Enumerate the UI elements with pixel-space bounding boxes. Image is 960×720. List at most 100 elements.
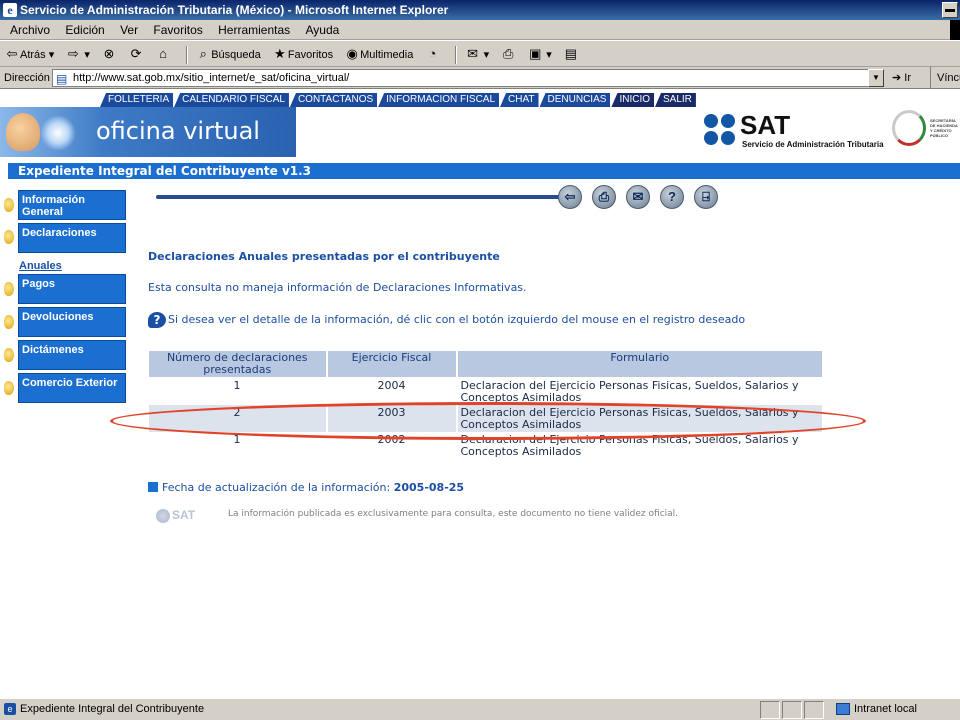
page-title: Declaraciones Anuales presentadas por el… bbox=[148, 250, 500, 263]
hand-graphic bbox=[6, 113, 40, 151]
bullet-icon bbox=[4, 381, 14, 395]
menu-herramientas[interactable]: Herramientas bbox=[212, 20, 296, 40]
address-input[interactable]: ▤ http://www.sat.gob.mx/sitio_internet/e… bbox=[52, 69, 870, 87]
intranet-zone-icon bbox=[836, 703, 850, 715]
menu-edicion[interactable]: Edición bbox=[59, 20, 110, 40]
bullet-icon bbox=[4, 198, 14, 212]
menu-ver[interactable]: Ver bbox=[114, 20, 144, 40]
multimedia-button[interactable]: ◉ Multimedia bbox=[344, 41, 413, 68]
nav-folleteria[interactable]: FOLLETERIA bbox=[100, 93, 174, 107]
glow-graphic bbox=[40, 115, 76, 151]
disclaimer-text: La información publicada es exclusivamen… bbox=[228, 509, 679, 519]
nav-denuncias[interactable]: DENUNCIAS bbox=[539, 93, 611, 107]
refresh-button[interactable]: ⟳ bbox=[128, 41, 144, 68]
status-text: Expediente Integral del Contribuyente bbox=[20, 703, 205, 715]
print-button[interactable]: ⎙ bbox=[500, 41, 516, 68]
forward-button[interactable]: ⇨ ▾ bbox=[65, 41, 90, 68]
sidebar-subitem-anuales[interactable]: Anuales bbox=[19, 260, 62, 272]
hacienda-logo: SECRETARÍA DE HACIENDA Y CRÉDITO PÚBLICO bbox=[888, 106, 960, 154]
sat-logo-word: SAT bbox=[740, 110, 791, 140]
column-header-year: Ejercicio Fiscal bbox=[326, 350, 458, 378]
back-button[interactable]: ⇦ Atrás ▾ bbox=[4, 41, 55, 68]
column-header-count: Número de declaraciones presentadas bbox=[148, 350, 328, 378]
nav-salir[interactable]: SALIR bbox=[655, 93, 696, 107]
bullet-icon bbox=[4, 282, 14, 296]
update-date-label: Fecha de actualización de la información… bbox=[162, 481, 391, 494]
sidebar-item-pagos[interactable]: Pagos bbox=[18, 274, 126, 304]
history-button[interactable]: ◔ bbox=[424, 41, 440, 68]
address-dropdown-button[interactable]: ▼ bbox=[868, 69, 884, 87]
favorites-button[interactable]: ★ Favoritos bbox=[272, 41, 333, 68]
table-header-row: Número de declaraciones presentadas Ejer… bbox=[148, 350, 824, 378]
links-button[interactable]: Vínculos bbox=[930, 67, 960, 89]
page-icon: ▤ bbox=[56, 72, 68, 86]
help-icon[interactable]: ? bbox=[660, 185, 684, 209]
sat-logo: SAT Servicio de Administración Tributari… bbox=[704, 110, 884, 154]
nav-informacion-fiscal[interactable]: INFORMACION FISCAL bbox=[378, 93, 500, 107]
cell-form: Declaracion del Ejercicio Personas Fisic… bbox=[456, 377, 824, 405]
security-zone: Intranet local bbox=[834, 699, 917, 719]
column-header-form: Formulario bbox=[456, 350, 824, 378]
mail-icon: ✉ bbox=[467, 46, 478, 61]
sidebar-item-devoluciones[interactable]: Devoluciones bbox=[18, 307, 126, 337]
blue-square-bullet-icon bbox=[148, 482, 158, 492]
internet-explorer-icon: e bbox=[3, 3, 17, 17]
edit-button[interactable]: ▣ ▾ bbox=[527, 41, 552, 68]
section-title-bar: Expediente Integral del Contribuyente v1… bbox=[8, 163, 960, 179]
back-icon[interactable]: ⇦ bbox=[558, 185, 582, 209]
go-button[interactable]: ➔ Ir bbox=[892, 67, 911, 89]
update-date-line: Fecha de actualización de la información… bbox=[148, 481, 464, 494]
page-status-icon: e bbox=[4, 703, 16, 715]
nav-calendario-fiscal[interactable]: CALENDARIO FISCAL bbox=[174, 93, 289, 107]
hacienda-logo-text: SECRETARÍA DE HACIENDA Y CRÉDITO PÚBLICO bbox=[930, 118, 958, 138]
discuss-button[interactable]: ▤ bbox=[563, 41, 579, 68]
search-button[interactable]: ⌕ Búsqueda bbox=[195, 41, 261, 68]
status-panel bbox=[760, 701, 780, 719]
sidebar-item-dictamenes[interactable]: Dictámenes bbox=[18, 340, 126, 370]
stop-button[interactable]: ⊗ bbox=[101, 41, 117, 68]
eagle-emblem-icon bbox=[892, 110, 926, 146]
window-titlebar: e Servicio de Administración Tributaria … bbox=[0, 0, 960, 20]
mail-icon[interactable]: ✉ bbox=[626, 185, 650, 209]
status-panel bbox=[804, 701, 824, 719]
sidebar-item-informacion-general[interactable]: Información General bbox=[18, 190, 126, 220]
menu-bar: Archivo Edición Ver Favoritos Herramient… bbox=[0, 20, 960, 40]
update-date-value: 2005-08-25 bbox=[393, 481, 465, 494]
multimedia-icon: ◉ bbox=[346, 46, 358, 61]
nav-contactanos[interactable]: CONTACTANOS bbox=[289, 93, 378, 107]
home-button[interactable]: ⌂ bbox=[155, 41, 171, 68]
forward-arrow-icon: ⇨ bbox=[67, 46, 79, 61]
sidebar-item-declaraciones[interactable]: Declaraciones bbox=[18, 223, 126, 253]
site-nav: FOLLETERIA CALENDARIO FISCAL CONTACTANOS… bbox=[100, 93, 697, 107]
menu-ayuda[interactable]: Ayuda bbox=[300, 20, 346, 40]
address-url: http://www.sat.gob.mx/sitio_internet/e_s… bbox=[73, 72, 350, 84]
search-icon: ⌕ bbox=[199, 46, 207, 61]
status-panel bbox=[782, 701, 802, 719]
go-arrow-icon: ➔ bbox=[892, 72, 902, 84]
windows-throbber bbox=[950, 20, 960, 40]
table-row[interactable]: 1 2004 Declaracion del Ejercicio Persona… bbox=[148, 377, 824, 405]
nav-inicio[interactable]: INICIO bbox=[611, 93, 654, 107]
nav-chat[interactable]: CHAT bbox=[500, 93, 539, 107]
sidebar-item-comercio-exterior[interactable]: Comercio Exterior bbox=[18, 373, 126, 403]
help-text: Si desea ver el detalle de la informació… bbox=[168, 313, 746, 326]
status-bar: e Expediente Integral del Contribuyente … bbox=[0, 698, 960, 720]
back-arrow-icon: ⇦ bbox=[6, 46, 18, 61]
toolbar: ⇦ Atrás ▾ ⇨ ▾ ⊗ ⟳ ⌂ ⌕ Búsqueda ★ Favoritos … bbox=[0, 41, 960, 67]
window-control-button[interactable]: ▬ bbox=[942, 2, 958, 18]
edit-icon: ▣ bbox=[529, 46, 542, 61]
menu-favoritos[interactable]: Favoritos bbox=[147, 20, 208, 40]
exit-door-icon[interactable]: ⍈ bbox=[694, 185, 718, 209]
address-label: Dirección bbox=[4, 72, 50, 84]
mail-button[interactable]: ✉ ▾ bbox=[465, 41, 489, 68]
sat-dots-icon bbox=[704, 114, 736, 146]
home-icon: ⌂ bbox=[159, 46, 168, 61]
action-bar-line bbox=[156, 195, 560, 199]
action-icons: ⇦ ⎙ ✉ ? ⍈ bbox=[558, 185, 728, 209]
help-instruction: ? Si desea ver el detalle de la informaci… bbox=[148, 312, 745, 328]
print-icon[interactable]: ⎙ bbox=[592, 185, 616, 209]
favorites-icon: ★ bbox=[274, 46, 286, 61]
question-bubble-icon: ? bbox=[148, 312, 166, 328]
cell-year: 2004 bbox=[326, 377, 458, 405]
menu-archivo[interactable]: Archivo bbox=[4, 20, 56, 40]
